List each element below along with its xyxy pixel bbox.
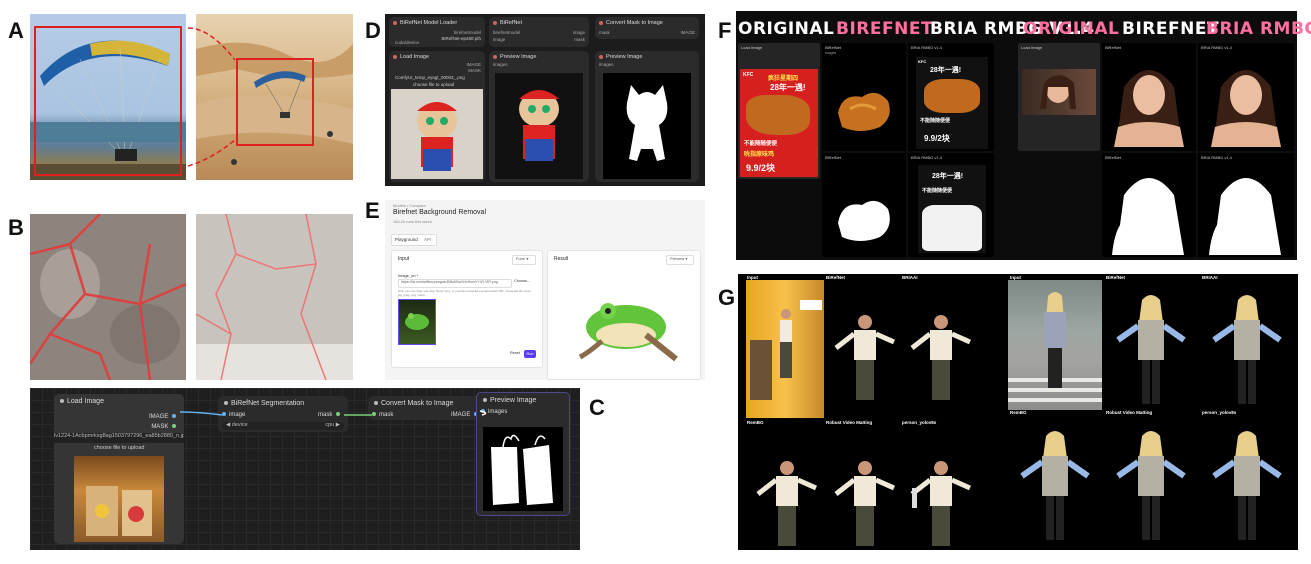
node-birefnet-portrait-mask[interactable]: BiRefNet bbox=[1102, 153, 1196, 257]
label-rembg-r: RemBG bbox=[1010, 410, 1027, 415]
cracked-ground-photo bbox=[30, 214, 186, 380]
man-cutout-rembg bbox=[756, 461, 818, 546]
panel-label-c: C bbox=[589, 395, 605, 420]
panel-label-g: G bbox=[718, 285, 736, 310]
woman-portrait bbox=[1022, 69, 1096, 115]
node-birefnet-model-loader[interactable]: BiRefNet Model Loader birefnetmodel BiRe… bbox=[389, 17, 485, 47]
node-links bbox=[179, 410, 487, 416]
chicken-mask bbox=[838, 200, 890, 241]
result-card: Result Preview ▾ bbox=[547, 250, 701, 380]
girl-cutout-briaai bbox=[1212, 295, 1282, 404]
node-load-image-kfc[interactable]: Load Image KFC 疯狂星期四 28年一遇! 不能随随便便 吮指原味鸡… bbox=[738, 43, 820, 179]
cat-mask bbox=[603, 73, 691, 179]
image-url-label: image_url * bbox=[398, 273, 419, 278]
header-original-1: ORIGINAL bbox=[738, 19, 835, 39]
label-rvm-l: Robust Video Matting bbox=[826, 420, 873, 425]
image-url-input[interactable]: https://fal.media/files/penguin/BBuKBvrh… bbox=[398, 279, 512, 288]
label-rembg-l: RemBG bbox=[747, 420, 764, 425]
label-birefnet-r: BiRefNet bbox=[1106, 275, 1126, 280]
header-original-2: ORIGINAL bbox=[1023, 19, 1120, 39]
red-crop-box bbox=[34, 26, 182, 176]
label-birefnet-l: BiRefNet bbox=[826, 275, 846, 280]
node-load-image-portrait[interactable]: Load Image bbox=[1018, 43, 1100, 151]
upload-hint: Hint: you can drag and drop file(s) here… bbox=[398, 289, 532, 297]
crack-overlay-1 bbox=[30, 214, 186, 380]
header-bria-2: BRIA RMBG V1.4 bbox=[1206, 19, 1311, 39]
node-birefnet-kfc[interactable]: BiRefNet images bbox=[822, 43, 906, 151]
cracked-wall-photo bbox=[196, 214, 353, 380]
label-yolo-l: person_yolov8s bbox=[902, 420, 937, 425]
crack-overlay-2 bbox=[196, 214, 353, 380]
paraglider-photo bbox=[30, 14, 186, 180]
header-birefnet-2: BIREFNET bbox=[1122, 19, 1220, 39]
panel-label-e: E bbox=[365, 198, 380, 223]
page-title: Birefnet Background Removal bbox=[393, 209, 486, 216]
woman-mask-2 bbox=[1209, 178, 1281, 255]
cat-cutout bbox=[495, 73, 583, 179]
node-birefnet[interactable]: BiRefNet birefnetmodel image image mask bbox=[489, 17, 589, 47]
label-briaai-l: BRIAAI bbox=[902, 275, 918, 280]
man-cutout-briaai bbox=[910, 315, 972, 400]
man-cutout-rvm bbox=[834, 461, 896, 546]
choose-button[interactable]: Choose... bbox=[514, 279, 536, 286]
form-dropdown[interactable]: Form ▾ bbox=[512, 255, 536, 265]
red-zoom-box bbox=[236, 58, 314, 146]
node-bria-portrait-mask[interactable]: BRIA RMBG v1.4 bbox=[1198, 153, 1294, 257]
header-birefnet-1: BIREFNET bbox=[836, 19, 934, 39]
frog-cutout bbox=[578, 303, 678, 362]
node-preview-d2[interactable]: Preview Image images bbox=[595, 51, 699, 182]
node-bria-portrait[interactable]: BRIA RMBG v1.4 bbox=[1198, 43, 1294, 151]
room-photo bbox=[746, 280, 824, 418]
girl-cutout-birefnet bbox=[1116, 295, 1186, 404]
woman-cutout-1 bbox=[1114, 70, 1184, 147]
node-birefnet-portrait[interactable]: BiRefNet bbox=[1102, 43, 1196, 151]
comfy-canvas-c: Load Image IMAGE MASK lv1224-1Acbpmrksg8… bbox=[30, 388, 580, 550]
panel-label-a: A bbox=[8, 18, 24, 43]
input-card: Input Form ▾ image_url * https://fal.med… bbox=[391, 250, 543, 368]
node-load-image-d[interactable]: Load Image IMAGE MASK ComfyUI_temp_eyagt… bbox=[389, 51, 485, 182]
panel-label-f: F bbox=[718, 18, 732, 43]
result-label: Result bbox=[554, 256, 569, 262]
label-briaai-r: BRIAAI bbox=[1202, 275, 1218, 280]
node-bria-kfc[interactable]: BRIA RMBG v1.4 KFC 28年一遇! 不能随随便便 9.9/2块 bbox=[908, 43, 994, 151]
node-bria-kfc-mask[interactable]: BRIA RMBG v1.4 28年一遇! 不能随随便便 bbox=[908, 153, 994, 257]
reset-button[interactable]: Reset bbox=[510, 351, 522, 358]
man-cutout-birefnet bbox=[834, 315, 896, 400]
cat-mario-photo bbox=[391, 89, 483, 179]
tab-api[interactable]: API bbox=[424, 237, 431, 242]
node-convert-mask-d[interactable]: Convert Mask to Image mask IMAGE bbox=[595, 17, 699, 39]
panel-label-b: B bbox=[8, 215, 24, 240]
girl-cutout-rvm bbox=[1116, 431, 1186, 540]
girl-cutout-yolo bbox=[1212, 431, 1282, 540]
label-yolo-r: person_yolov8s bbox=[1202, 410, 1237, 415]
tab-playground[interactable]: Playground API bbox=[391, 234, 437, 246]
panel-label-d: D bbox=[365, 18, 381, 43]
run-count: 184.2k runs this week bbox=[393, 219, 432, 224]
woman-mask-1 bbox=[1112, 178, 1184, 255]
node-preview-d1[interactable]: Preview Image images bbox=[489, 51, 589, 182]
comfy-canvas-d: BiRefNet Model Loader birefnetmodel BiRe… bbox=[385, 14, 705, 186]
panel-g-background: Input BiRefNet BRIAAI RemBG Robust Video… bbox=[738, 274, 1298, 550]
chicken-cutout bbox=[838, 92, 890, 131]
girl-cutout-rembg bbox=[1020, 431, 1090, 540]
breadcrumb[interactable]: Models / Compare bbox=[393, 203, 426, 208]
panel-f-background: ORIGINAL BIREFNET BRIA RMBG V1.4 ORIGINA… bbox=[736, 11, 1311, 260]
preview-dropdown[interactable]: Preview ▾ bbox=[666, 255, 694, 265]
fal-web-app: Models / Compare Birefnet Background Rem… bbox=[385, 200, 705, 380]
input-label: Input bbox=[398, 256, 410, 262]
node-birefnet-kfc-mask[interactable]: BiRefNet bbox=[822, 153, 906, 257]
zoom-arrows bbox=[187, 27, 236, 167]
run-button[interactable]: Run bbox=[524, 350, 536, 358]
label-rvm-r: Robust Video Matting bbox=[1106, 410, 1153, 415]
man-cutout-yolo bbox=[910, 461, 972, 546]
kfc-poster: KFC 疯狂星期四 28年一遇! 不能随随便便 吮指原味鸡 9.9/2块 bbox=[740, 69, 818, 177]
frog-thumbnail[interactable] bbox=[398, 299, 436, 345]
woman-cutout-2 bbox=[1211, 70, 1281, 147]
street-photo bbox=[1008, 280, 1102, 410]
